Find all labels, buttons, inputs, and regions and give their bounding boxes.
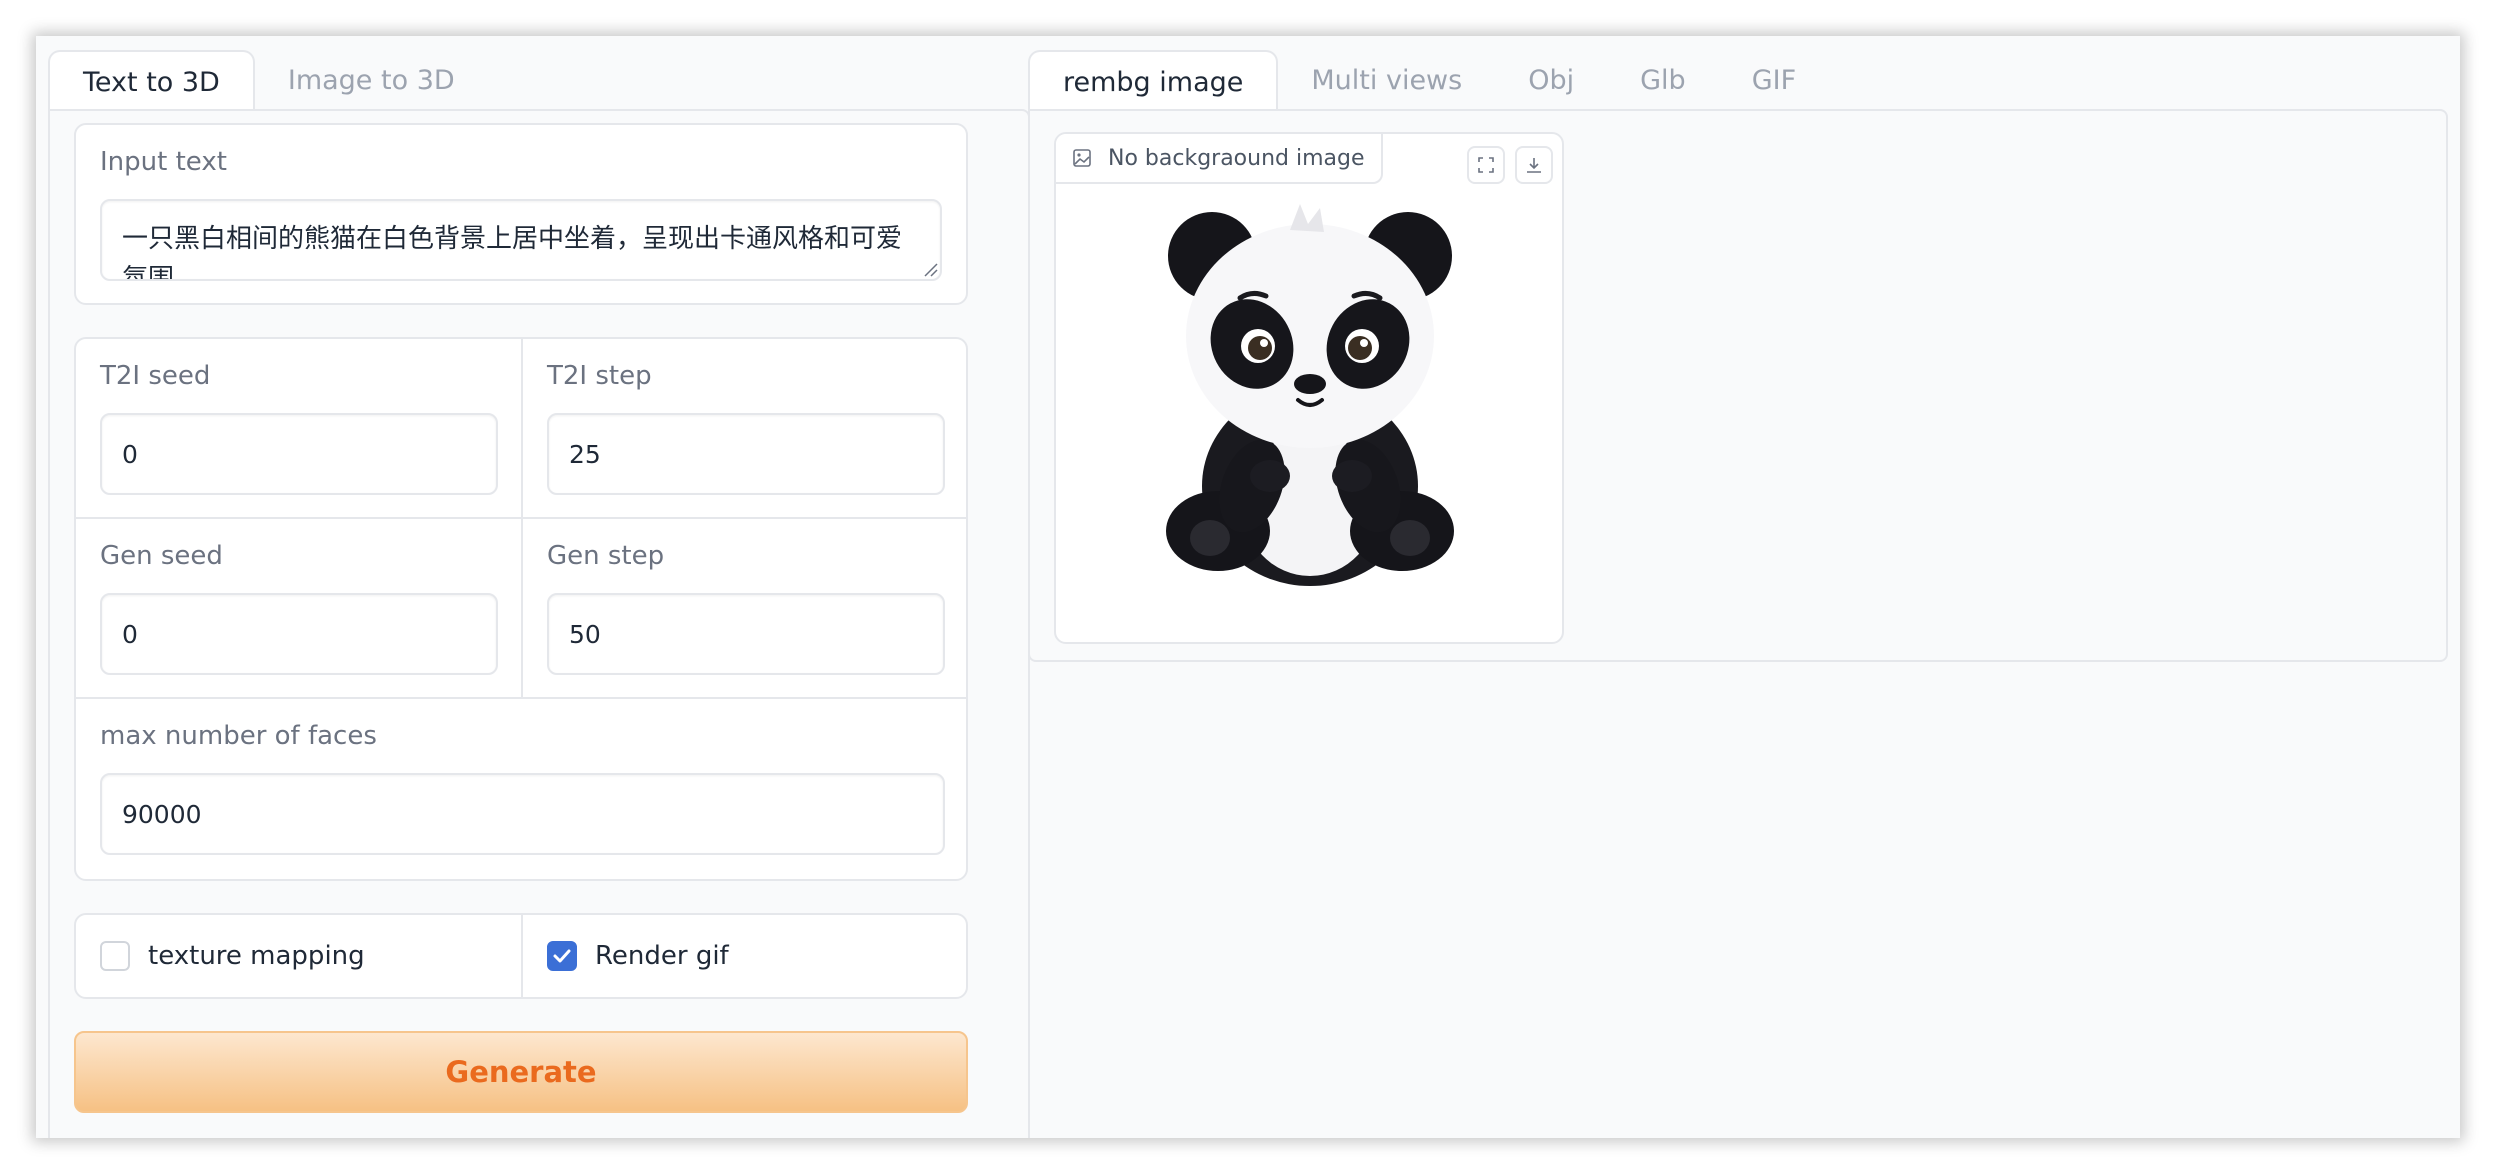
tab-rembg-image[interactable]: rembg image [1028,50,1279,112]
fullscreen-icon [1478,157,1494,173]
app-window: Text to 3D Image to 3D Input text 一只黑白相间… [36,36,2460,1138]
input-text-card: Input text 一只黑白相间的熊猫在白色背景上居中坐着，呈现出卡通风格和可… [74,123,968,305]
image-label-text: No backgraound image [1108,145,1365,171]
params-divider-v [521,339,523,699]
params-divider-h1 [76,517,966,519]
panda-image [1166,204,1454,586]
t2i-step-input[interactable]: 25 [547,413,945,495]
gen-seed-input[interactable]: 0 [100,593,498,675]
options-divider [521,915,523,997]
gen-seed-value: 0 [122,619,138,649]
params-divider-h2 [76,697,966,699]
checkmark-icon [553,949,571,963]
tab-obj[interactable]: Obj [1495,50,1607,110]
left-tab-bar: Text to 3D Image to 3D [48,50,488,112]
max-faces-label: max number of faces [100,721,377,751]
t2i-step-value: 25 [569,439,601,469]
options-card: texture mapping Render gif [74,913,968,999]
render-gif-label: Render gif [595,941,729,971]
render-gif-checkbox[interactable] [547,941,577,971]
tab-text-to-3d[interactable]: Text to 3D [48,50,255,112]
t2i-seed-label: T2I seed [100,361,211,391]
image-label-badge: No backgraound image [1056,134,1383,184]
gen-seed-label: Gen seed [100,541,223,571]
gen-step-label: Gen step [547,541,665,571]
input-text-area[interactable]: 一只黑白相间的熊猫在白色背景上居中坐着，呈现出卡通风格和可爱氛围 [100,199,942,281]
t2i-seed-value: 0 [122,439,138,469]
resize-grip-icon[interactable] [922,261,938,277]
gen-step-value: 50 [569,619,601,649]
tab-image-to-3d[interactable]: Image to 3D [255,50,488,110]
max-faces-value: 90000 [122,799,202,829]
download-icon [1527,158,1541,173]
right-tab-bar: rembg image Multi views Obj Glb GIF [1028,50,1829,112]
t2i-seed-input[interactable]: 0 [100,413,498,495]
max-faces-input[interactable]: 90000 [100,773,945,855]
image-icon [1073,149,1091,167]
tab-glb[interactable]: Glb [1607,50,1719,110]
texture-mapping-label: texture mapping [148,941,365,971]
input-text-label: Input text [100,147,227,177]
tab-multi-views[interactable]: Multi views [1278,50,1495,110]
texture-mapping-checkbox[interactable] [100,941,130,971]
gen-step-input[interactable]: 50 [547,593,945,675]
generate-button[interactable]: Generate [74,1031,968,1113]
tab-gif[interactable]: GIF [1719,50,1829,110]
t2i-step-label: T2I step [547,361,652,391]
text-to-3d-panel: Input text 一只黑白相间的熊猫在白色背景上居中坐着，呈现出卡通风格和可… [48,109,1030,1138]
rembg-image-card: No backgraound image [1054,132,1564,644]
params-card: T2I seed 0 T2I step 25 Gen seed 0 Gen st… [74,337,968,881]
download-button[interactable] [1515,146,1553,184]
input-text-value: 一只黑白相间的熊猫在白色背景上居中坐着，呈现出卡通风格和可爱氛围 [122,224,903,281]
fullscreen-button[interactable] [1467,146,1505,184]
